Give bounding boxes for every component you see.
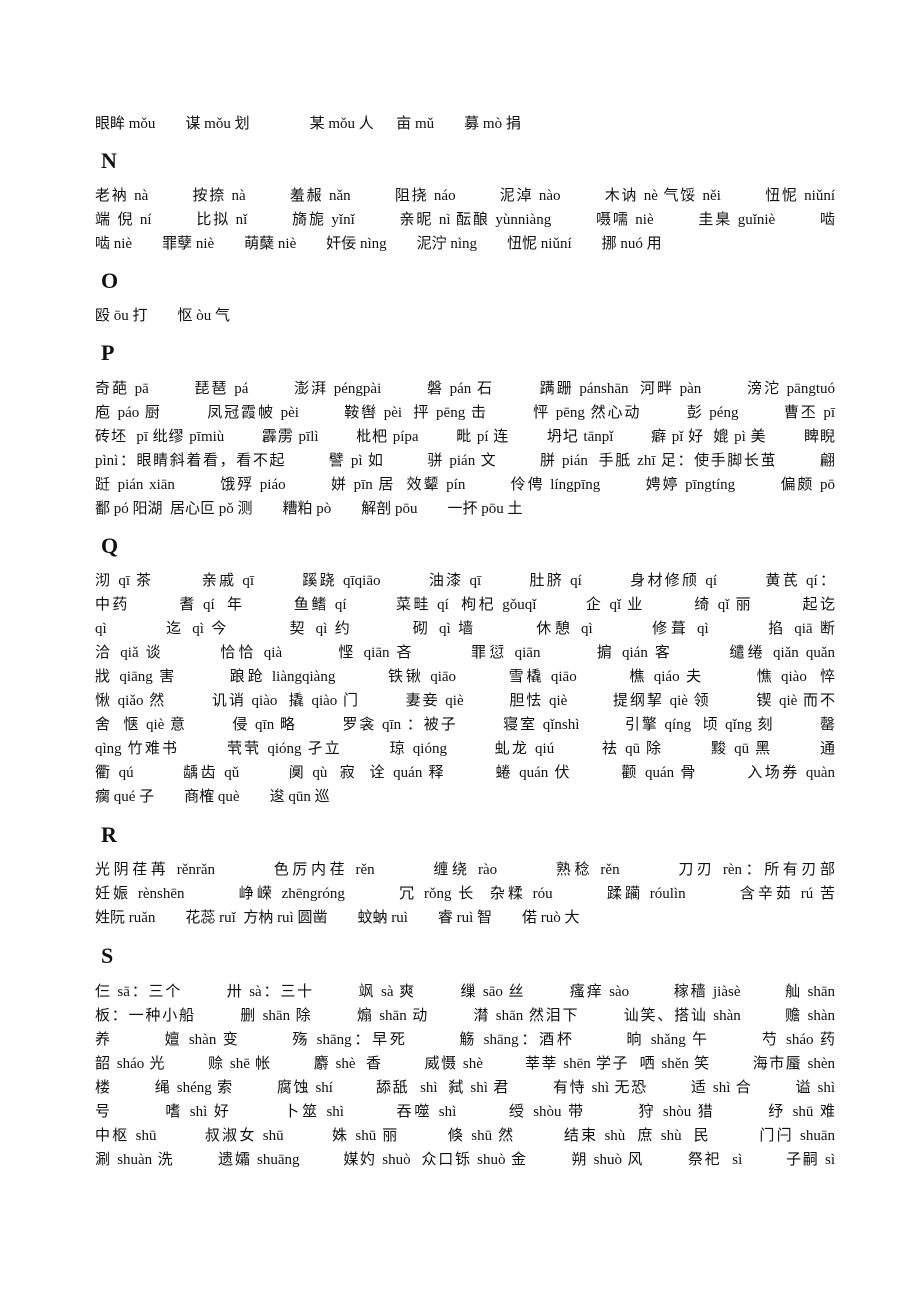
section-heading-s: S — [101, 943, 114, 968]
text-line: 端 倪 ní 比拟 nǐ 旖旎 yǐnǐ 亲昵 nì 酝酿 yùnniàng 嗫… — [95, 212, 835, 228]
section-heading-q: Q — [101, 533, 119, 558]
text-line: 姓阮 ruǎn 花蕊 ruǐ 方枘 ruì 圆凿 蚊蚋 ruì 睿 ruì 智 … — [95, 910, 580, 926]
text-line: 仨 sā：三个 卅 sà：三十 飒 sà 爽 缫 sāo 丝 瘙痒 sào 稼穑… — [95, 984, 835, 1000]
text-line: 啮 niè 罪孽 niè 萌蘖 niè 奸佞 nìng 泥泞 nìng 忸怩 n… — [95, 236, 662, 252]
section-heading-r: R — [101, 822, 117, 847]
document-page: 眼眸 mǒu 谋 mǒu 划 某 mǒu 人 亩 mǔ 募 mò 捐 N 老衲 … — [0, 0, 920, 1302]
text-line: 涮 shuàn 洗 遗孀 shuāng 媒妁 shuò 众口铄 shuò 金 朔… — [95, 1152, 835, 1168]
text-line: 韶 sháo 光 赊 shē 帐 麝 shè 香 威慑 shè 莘莘 shēn … — [95, 1056, 835, 1072]
text-line: 老衲 nà 按捺 nà 羞赧 nǎn 阻挠 náo 泥淖 nào 木讷 nè 气… — [95, 188, 835, 204]
text-line: 号 嗜 shì 好 卜筮 shì 吞噬 shì 绶 shòu 带 狩 shòu … — [95, 1104, 835, 1120]
text-line: 养 嬗 shàn 变 殇 shāng：早死 觞 shāng：酒杯 晌 shǎng… — [95, 1032, 835, 1048]
text-line: qì 迄 qì 今 契 qì 约 砌 qì 墙 休憩 qì 修葺 qì 掐 qi… — [95, 621, 835, 637]
text-line: pìnì：眼睛斜着看，看不起 譬 pì 如 骈 pián 文 胼 pián 手胝… — [95, 453, 835, 469]
section-heading-n: N — [101, 148, 117, 173]
text-line: 愀 qiǎo 然 讥诮 qiào 撬 qiào 门 妻妾 qiè 胆怯 qiè … — [95, 693, 835, 709]
text-line: 瘸 qué 子 商榷 què 逡 qūn 巡 — [95, 789, 330, 805]
text-line: 跹 pián xiān 饿殍 piáo 姘 pīn 居 效颦 pín 伶俜 lí… — [95, 477, 835, 493]
text-line: 戕 qiāng 害 踉跄 liàngqiàng 铁锹 qiāo 雪橇 qiāo … — [95, 669, 835, 685]
text-line: 奇葩 pā 琵琶 pá 澎湃 péngpài 磐 pán 石 蹒跚 pánshā… — [95, 381, 835, 397]
text-line: 沏 qī 茶 亲戚 qī 蹊跷 qīqiāo 油漆 qī 肚脐 qí 身材修颀 … — [95, 573, 835, 589]
text-line: 眼眸 mǒu 谋 mǒu 划 某 mǒu 人 亩 mǔ 募 mò 捐 — [95, 116, 521, 132]
text-line: 光阴荏苒 rěnrǎn 色厉内荏 rěn 缠绕 rào 熟稔 rěn 刀刃 rè… — [95, 862, 835, 878]
text-line: 鄱 pó 阳湖 居心叵 pǒ 测 糟粕 pò 解剖 pōu 一抔 pōu 土 — [95, 501, 523, 517]
text-line: 中枢 shū 叔淑女 shū 姝 shū 丽 倏 shū 然 结束 shù 庶 … — [95, 1128, 835, 1144]
section-heading-o: O — [101, 268, 119, 293]
text-line: 楼 绳 shéng 索 腐蚀 shí 舔舐 shì 弑 shì 君 有恃 shì… — [95, 1080, 835, 1096]
text-line: 板：一种小船 删 shān 除 煽 shān 动 潸 shān 然泪下 讪笑、搭… — [95, 1008, 835, 1024]
text-line: 庖 páo 厨 凤冠霞帔 pèi 鞍辔 pèi 抨 pēng 击 怦 pēng … — [95, 405, 835, 421]
text-line: 妊娠 rènshēn 峥嵘 zhēngróng 冗 rǒng 长 杂糅 róu … — [95, 886, 835, 902]
text-line: qìng 竹难书 茕茕 qióng 孑立 琼 qióng 虬龙 qiú 祛 qū… — [95, 741, 835, 757]
text-line: 中药 耆 qí 年 鱼鳍 qí 菜畦 qí 枸杞 gǒuqǐ 企 qǐ 业 绮 … — [95, 597, 835, 613]
text-line: 衢 qú 龋齿 qǔ 阒 qù 寂 诠 quán 释 蜷 quán 伏 颧 qu… — [95, 765, 835, 781]
text-line: 舍 惬 qiè 意 侵 qīn 略 罗衾 qīn ：被子 寝室 qǐnshì 引… — [95, 717, 835, 733]
text-line: 砖坯 pī 纰缪 pīmiù 霹雳 pīlì 枇杷 pípa 毗 pí 连 坍圮… — [95, 429, 835, 445]
text-line: 殴 ōu 打 怄 òu 气 — [95, 308, 231, 324]
text-line: 洽 qiǎ 谈 恰恰 qià 悭 qiān 吝 罪愆 qiān 掮 qián 客… — [95, 645, 835, 661]
section-heading-p: P — [101, 340, 115, 365]
